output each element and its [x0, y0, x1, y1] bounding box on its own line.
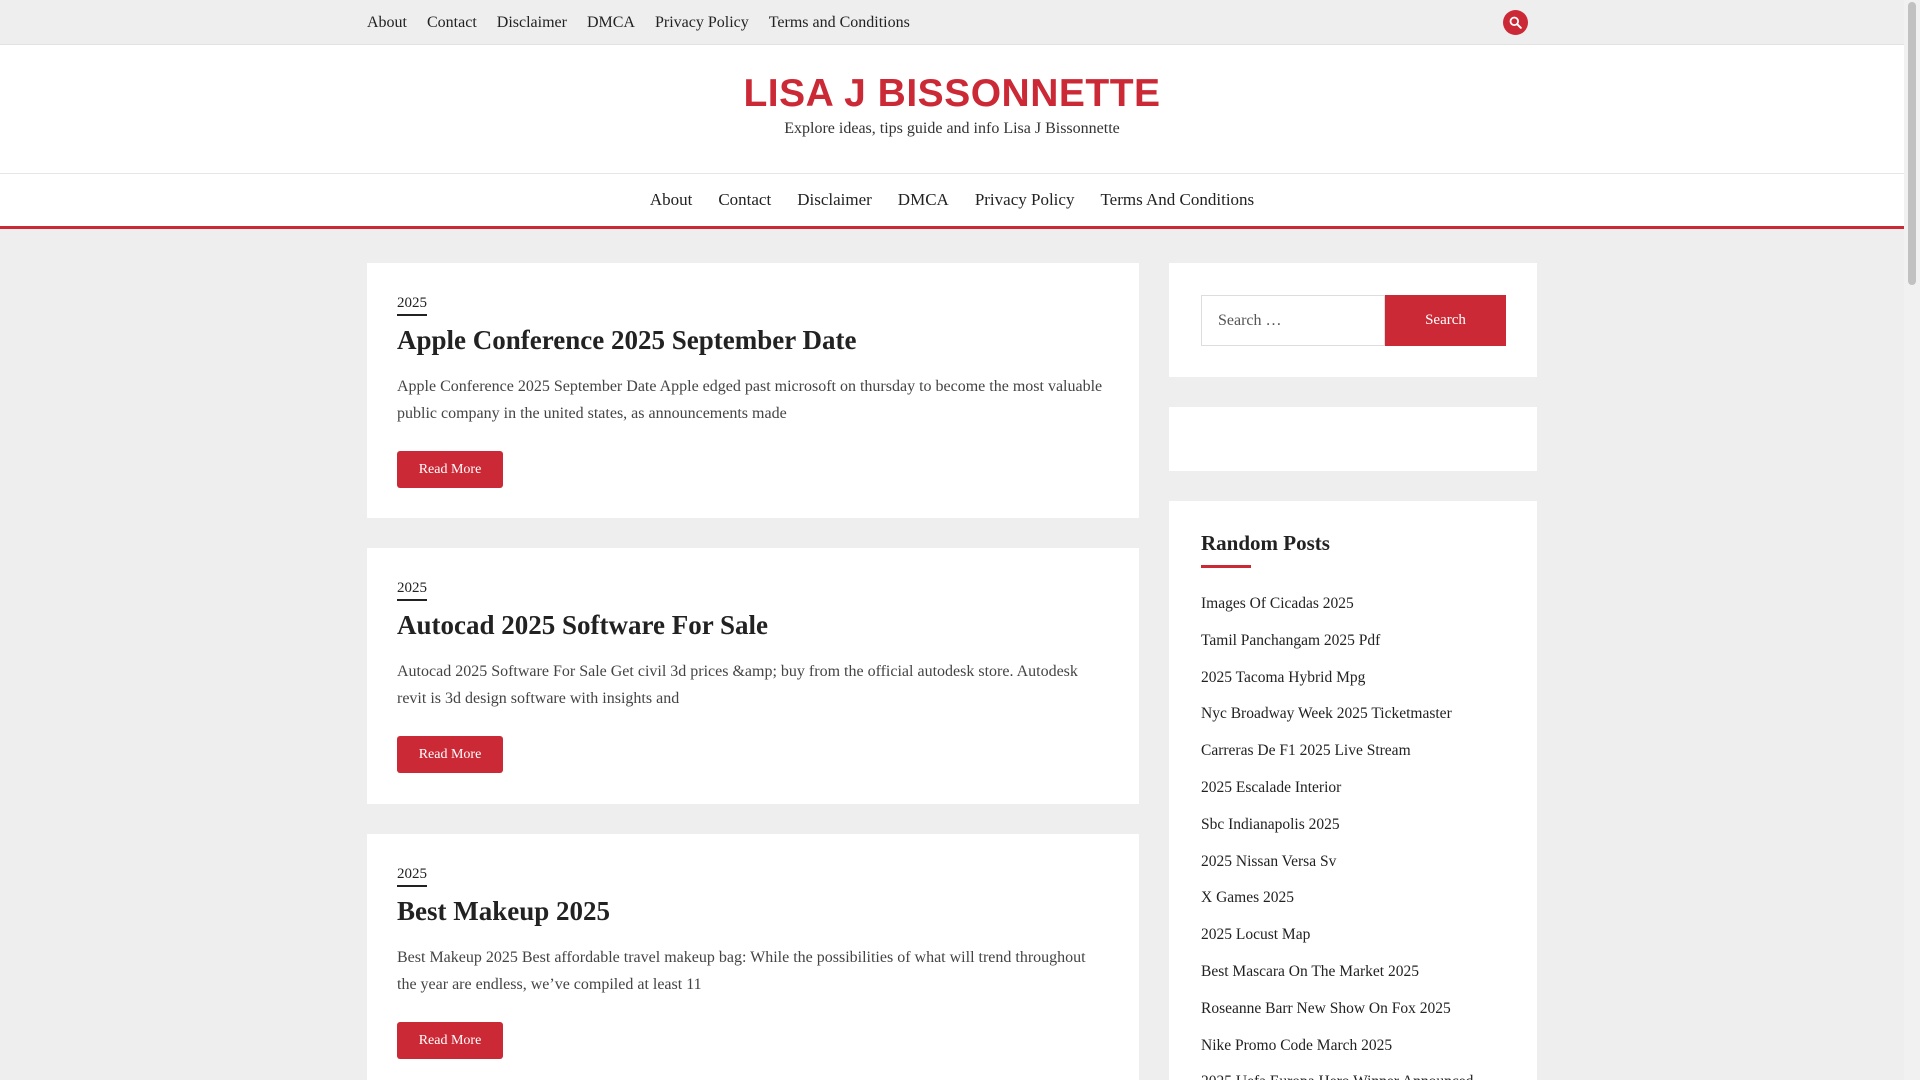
widget-title: Random Posts: [1201, 531, 1330, 555]
site-tagline: Explore ideas, tips guide and info Lisa …: [784, 120, 1120, 137]
post-title[interactable]: Autocad 2025 Software For Sale: [397, 610, 768, 641]
random-post-link[interactable]: X Games 2025: [1201, 887, 1473, 924]
top-bar: About Contact Disclaimer DMCA Privacy Po…: [0, 0, 1904, 45]
post-excerpt: Autocad 2025 Software For Sale Get civil…: [397, 663, 1078, 707]
top-nav-about[interactable]: About: [367, 14, 407, 32]
random-post-link[interactable]: Images Of Cicadas 2025: [1201, 593, 1473, 630]
search-widget: Search: [1169, 263, 1537, 377]
site-header: LISA J BISSONNETTE Explore ideas, tips g…: [0, 45, 1904, 173]
search-input[interactable]: [1201, 295, 1385, 346]
random-post-link[interactable]: Nike Promo Code March 2025: [1201, 1035, 1473, 1072]
post-card: 2025 Apple Conference 2025 September Dat…: [367, 263, 1139, 518]
top-nav-privacy-policy[interactable]: Privacy Policy: [655, 14, 749, 32]
random-post-link[interactable]: Nyc Broadway Week 2025 Ticketmaster: [1201, 703, 1473, 740]
search-icon: [1509, 16, 1522, 29]
main-nav-contact[interactable]: Contact: [718, 190, 771, 210]
site-title[interactable]: LISA J BISSONNETTE: [0, 72, 1904, 116]
scrollbar-thumb[interactable]: [1908, 2, 1916, 285]
random-posts-widget: Random Posts Images Of Cicadas 2025 Tami…: [1169, 501, 1537, 1080]
post-excerpt: Apple Conference 2025 September Date App…: [397, 378, 1103, 422]
top-nav: About Contact Disclaimer DMCA Privacy Po…: [367, 0, 930, 45]
main-nav-disclaimer[interactable]: Disclaimer: [797, 190, 872, 210]
top-nav-disclaimer[interactable]: Disclaimer: [497, 14, 567, 32]
random-post-link[interactable]: 2025 Uefa Europa Hero Winner Announced: [1201, 1071, 1473, 1080]
post-title[interactable]: Apple Conference 2025 September Date: [397, 325, 856, 356]
read-more-button[interactable]: Read More: [397, 1022, 503, 1059]
random-post-link[interactable]: Roseanne Barr New Show On Fox 2025: [1201, 998, 1473, 1035]
random-post-link[interactable]: Best Mascara On The Market 2025: [1201, 961, 1473, 998]
read-more-button[interactable]: Read More: [397, 451, 503, 488]
search-button[interactable]: Search: [1385, 295, 1506, 346]
random-posts-list: Images Of Cicadas 2025 Tamil Panchangam …: [1201, 593, 1473, 1080]
main-nav-privacy-policy[interactable]: Privacy Policy: [975, 190, 1075, 210]
post-title[interactable]: Best Makeup 2025: [397, 896, 610, 927]
top-nav-contact[interactable]: Contact: [427, 14, 477, 32]
random-post-link[interactable]: Tamil Panchangam 2025 Pdf: [1201, 630, 1473, 667]
post-category[interactable]: 2025: [397, 866, 427, 887]
post-card: 2025 Autocad 2025 Software For Sale Auto…: [367, 548, 1139, 804]
post-category[interactable]: 2025: [397, 295, 427, 316]
random-post-link[interactable]: 2025 Tacoma Hybrid Mpg: [1201, 667, 1473, 704]
random-post-link[interactable]: 2025 Escalade Interior: [1201, 777, 1473, 814]
main-nav: About Contact Disclaimer DMCA Privacy Po…: [0, 173, 1904, 229]
top-nav-dmca[interactable]: DMCA: [587, 14, 635, 32]
main-nav-about[interactable]: About: [650, 190, 693, 210]
top-search-button[interactable]: [1503, 10, 1528, 35]
read-more-button[interactable]: Read More: [397, 736, 503, 773]
main-nav-terms[interactable]: Terms And Conditions: [1100, 190, 1254, 210]
post-category[interactable]: 2025: [397, 580, 427, 601]
post-card: 2025 Best Makeup 2025 Best Makeup 2025 B…: [367, 834, 1139, 1080]
random-post-link[interactable]: 2025 Nissan Versa Sv: [1201, 851, 1473, 888]
widget-title-underline: [1201, 565, 1251, 568]
random-post-link[interactable]: 2025 Locust Map: [1201, 924, 1473, 961]
top-nav-terms[interactable]: Terms and Conditions: [769, 14, 910, 32]
main-nav-dmca[interactable]: DMCA: [898, 190, 949, 210]
random-post-link[interactable]: Sbc Indianapolis 2025: [1201, 814, 1473, 851]
post-excerpt: Best Makeup 2025 Best affordable travel …: [397, 949, 1086, 993]
random-post-link[interactable]: Carreras De F1 2025 Live Stream: [1201, 740, 1473, 777]
empty-widget: [1169, 407, 1537, 471]
